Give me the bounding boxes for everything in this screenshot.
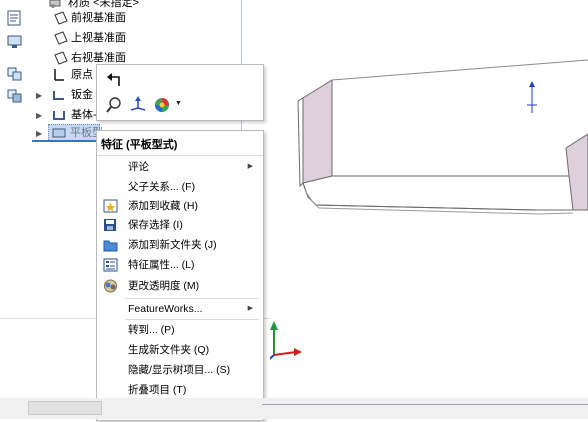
menu-item-add-new-folder[interactable]: 添加到新文件夹 (J)	[97, 235, 263, 255]
origin-icon	[54, 69, 64, 81]
vertical-toolbar	[0, 0, 32, 120]
folder-icon	[103, 240, 118, 252]
base-flange-icon	[53, 111, 65, 120]
config-icon[interactable]	[6, 88, 24, 104]
menu-item-add-favorite[interactable]: 添加到收藏 (H)	[97, 196, 263, 216]
submenu-arrow-icon: ▶	[247, 305, 253, 312]
dropdown-arrow-icon[interactable]: ▼	[175, 100, 182, 107]
menu-item-label: 生成新文件夹 (Q)	[128, 344, 210, 356]
zoom-to-selection-icon[interactable]	[106, 97, 122, 113]
feature-manager-icon[interactable]	[6, 66, 24, 82]
menu-item-label: 评论	[128, 161, 149, 173]
expand-arrow-icon[interactable]: ▶	[36, 111, 42, 120]
model-back-edge	[331, 59, 588, 81]
menu-item-create-new-folder[interactable]: 生成新文件夹 (Q)	[97, 340, 263, 360]
model-left-wall-thickness	[297, 97, 304, 188]
menu-item-go-to[interactable]: 转到... (P)	[97, 320, 263, 340]
view-triad	[265, 321, 302, 363]
menu-item-label: 隐藏/显示树项目... (S)	[128, 364, 231, 376]
menu-item-label: 转到... (P)	[128, 324, 175, 336]
properties-icon	[103, 258, 118, 272]
menu-item-hide-show-tree-items[interactable]: 隐藏/显示树项目... (S)	[97, 360, 263, 380]
menu-item-featureworks[interactable]: FeatureWorks... ▶	[97, 299, 263, 319]
menu-item-feature-properties[interactable]: 特征属性... (L)	[97, 255, 263, 275]
model-floor-face	[302, 175, 581, 211]
tree-item-label: 基体-	[71, 109, 97, 121]
menu-item-label: FeatureWorks...	[128, 303, 203, 315]
tree-item-label: 上视基准面	[71, 32, 126, 44]
tree-item-label: 原点	[71, 69, 93, 81]
menu-item-change-transparency[interactable]: 更改透明度 (M)	[97, 276, 263, 296]
model-view	[258, 59, 588, 413]
menu-item-label: 添加到新文件夹 (J)	[128, 239, 217, 251]
menu-item-label: 特征属性... (L)	[128, 259, 195, 271]
plane-icon	[54, 31, 68, 45]
horizontal-scrollbar[interactable]	[28, 401, 102, 415]
flat-pattern-icon	[52, 128, 66, 138]
feature-context-menu: 特征 (平板型式) 评论 ▶ 父子关系... (F) 添加到收藏 (H) 保存选…	[96, 130, 264, 421]
menu-item-label: 父子关系... (F)	[128, 181, 196, 193]
sheetmetal-icon	[53, 91, 64, 100]
menu-item-label: 添加到收藏 (H)	[128, 200, 198, 212]
tree-item-label: 钣金	[71, 89, 93, 101]
model-left-wall	[302, 79, 333, 184]
graphics-viewport[interactable]	[258, 0, 588, 419]
tree-item-label: 前视基准面	[71, 12, 126, 24]
selection-underline	[32, 140, 102, 142]
menu-item-label: 保存选择 (I)	[128, 219, 183, 231]
edit-properties-icon[interactable]	[6, 10, 24, 26]
expand-arrow-icon[interactable]: ▶	[36, 91, 42, 100]
menu-item-comment[interactable]: 评论 ▶	[97, 157, 263, 177]
menu-item-parent-child[interactable]: 父子关系... (F)	[97, 177, 263, 197]
menu-item-label: 折叠项目 (T)	[128, 384, 187, 396]
normal-to-icon[interactable]	[129, 96, 147, 114]
plane-icon	[54, 51, 68, 65]
submenu-arrow-icon: ▶	[247, 163, 253, 170]
transparency-icon	[104, 279, 117, 293]
rollback-arrow-icon[interactable]	[106, 72, 122, 88]
expand-arrow-icon[interactable]: ▶	[36, 129, 42, 138]
origin-marker-arrow	[529, 81, 535, 87]
context-menu-title: 特征 (平板型式)	[101, 139, 178, 151]
menu-separator	[97, 155, 263, 156]
menu-item-collapse-items[interactable]: 折叠项目 (T)	[97, 380, 263, 400]
menu-item-label: 更改透明度 (M)	[128, 280, 200, 292]
status-divider	[262, 404, 588, 405]
menu-item-save-selection[interactable]: 保存选择 (I)	[97, 215, 263, 235]
appearance-icon[interactable]	[153, 96, 171, 114]
display-pane-icon[interactable]	[6, 34, 24, 50]
material-icon	[49, 0, 61, 8]
plane-icon	[54, 11, 68, 25]
favorite-icon	[103, 199, 118, 213]
save-selection-icon	[104, 219, 116, 231]
context-mini-toolbar: ▼	[96, 64, 264, 121]
